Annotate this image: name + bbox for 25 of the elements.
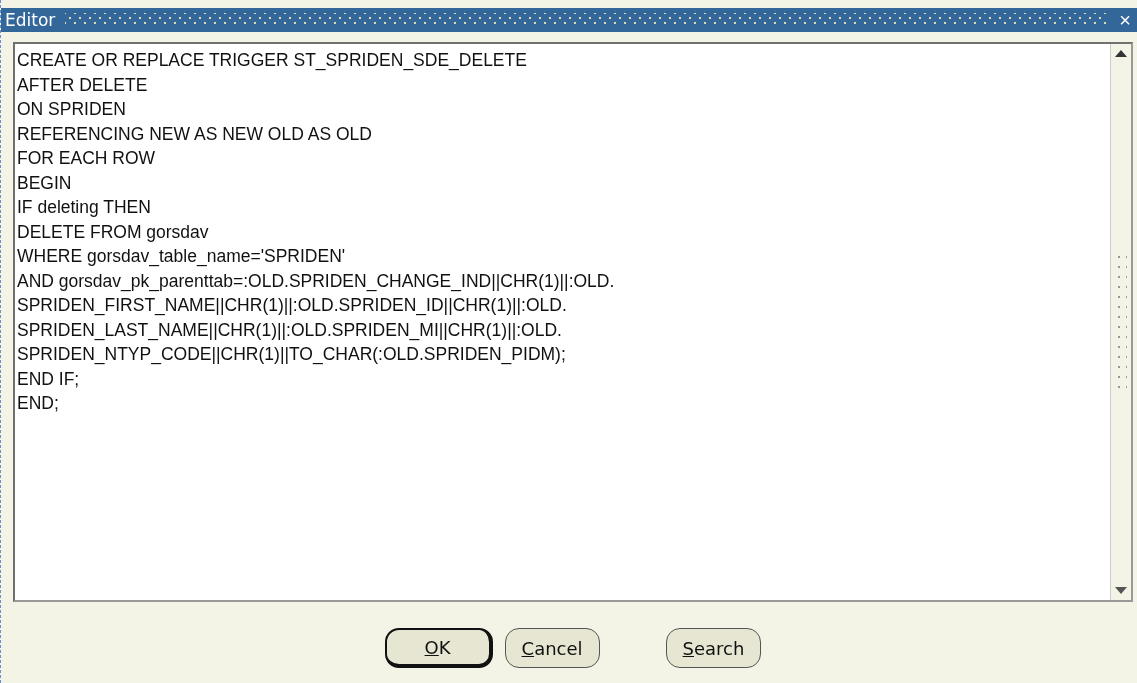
- code-line: REFERENCING NEW AS NEW OLD AS OLD: [17, 122, 373, 146]
- window-title: Editor: [5, 10, 56, 30]
- code-line: SPRIDEN_FIRST_NAME||CHR(1)||:OLD.SPRIDEN_ID||CHR(1)||:OLD.: [17, 294, 568, 318]
- code-line: AND gorsdav_pk_parenttab=:OLD.SPRIDEN_CHANGE_IND||CHR(1)||:OLD.: [17, 269, 616, 293]
- code-line: ON SPRIDEN: [17, 98, 127, 121]
- code-line: END;: [17, 392, 60, 415]
- code-line: DELETE FROM gorsdav: [17, 220, 210, 244]
- dialog-button[interactable]: OK: [384, 628, 493, 668]
- dialog-button[interactable]: Cancel: [504, 628, 600, 668]
- code-line: SPRIDEN_LAST_NAME||CHR(1)||:OLD.SPRIDEN_MI||CHR(1)||:OLD.: [17, 318, 563, 342]
- scroll-up-icon[interactable]: [1115, 50, 1127, 57]
- scroll-down-icon[interactable]: [1115, 587, 1127, 594]
- code-line: BEGIN: [17, 171, 73, 195]
- code-line: IF deleting THEN: [17, 196, 152, 219]
- text-editor[interactable]: [13, 42, 1133, 602]
- grip-pattern-icon: [65, 13, 1110, 27]
- code-line: CREATE OR REPLACE TRIGGER ST_SPRIDEN_SDE_DELETE: [17, 49, 528, 73]
- close-button[interactable]: ×: [1119, 10, 1131, 30]
- code-line: FOR EACH ROW: [17, 147, 157, 170]
- code-line: WHERE gorsdav_table_name='SPRIDEN': [17, 245, 347, 269]
- code-line: AFTER DELETE: [17, 73, 149, 97]
- code-line: END IF;: [17, 367, 81, 391]
- vertical-scrollbar[interactable]: [1110, 44, 1131, 600]
- code-line: SPRIDEN_NTYP_CODE||CHR(1)||TO_CHAR(:OLD.SPRIDEN_PIDM);: [17, 343, 567, 367]
- dialog-button[interactable]: Search: [665, 628, 762, 668]
